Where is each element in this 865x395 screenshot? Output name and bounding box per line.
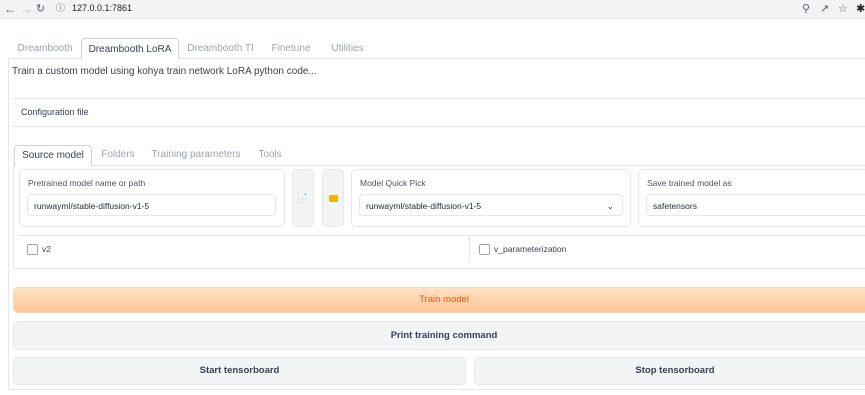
configuration-file-label: Configuration file [21,107,89,117]
model-quick-pick-select[interactable]: runwayml/stable-diffusion-v1-5 ⌄ [359,194,623,216]
configuration-file-accordion[interactable]: Configuration file [13,98,865,127]
save-model-as-select[interactable]: safetensors [646,194,865,216]
v-parameterization-label: v_parameterization [494,244,567,254]
model-quick-pick-field: Model Quick Pick runwayml/stable-diffusi… [351,169,631,227]
subtab-source-model[interactable]: Source model [14,145,92,167]
subtab-folders[interactable]: Folders [96,145,140,165]
divider [469,236,470,262]
save-model-as-field: Save trained model as safetensors [638,169,865,227]
zoom-icon[interactable]: ⚲ [802,1,810,17]
browser-toolbar: ← → ↻ ⓘ 127.0.0.1:7861 ⚲ ↗ ☆ ✱ [0,0,865,19]
save-model-as-label: Save trained model as [647,178,732,188]
tab-finetune[interactable]: Finetune [266,38,316,59]
select-file-button[interactable]: 📄 [292,169,314,227]
folder-icon [328,195,338,203]
back-icon[interactable]: ← [4,1,16,17]
pretrained-model-input[interactable]: runwayml/stable-diffusion-v1-5 [27,194,276,216]
train-model-button[interactable]: Train model [13,287,865,313]
pin-icon[interactable]: ✱ [856,1,865,17]
select-folder-button[interactable] [322,169,344,227]
document-icon: 📄 [297,193,309,203]
tab-dreambooth[interactable]: Dreambooth [10,38,80,59]
v2-checkbox[interactable] [27,244,38,255]
url-text: 127.0.0.1:7861 [72,3,133,13]
checkbox-row: v2 v_parameterization [19,235,865,262]
page-description: Train a custom model using kohya train n… [12,66,317,77]
tab-utilities[interactable]: Utilities [325,38,370,59]
subtab-training-parameters[interactable]: Training parameters [148,145,244,165]
tab-dreambooth-ti[interactable]: Dreambooth TI [183,38,258,59]
v-parameterization-checkbox[interactable] [479,244,490,255]
model-quick-pick-value: runwayml/stable-diffusion-v1-5 [366,201,482,211]
chevron-down-icon: ⌄ [606,201,614,211]
subtab-tools[interactable]: Tools [252,145,288,165]
start-tensorboard-button[interactable]: Start tensorboard [13,357,466,385]
model-quick-pick-label: Model Quick Pick [360,178,426,188]
pretrained-model-field: Pretrained model name or path runwayml/s… [19,169,285,227]
star-icon[interactable]: ☆ [838,1,848,17]
address-bar[interactable]: ⓘ 127.0.0.1:7861 [50,1,800,16]
stop-tensorboard-button[interactable]: Stop tensorboard [474,357,865,385]
v2-label: v2 [42,244,51,254]
tab-dreambooth-lora[interactable]: Dreambooth LoRA [81,38,179,60]
info-icon[interactable]: ⓘ [56,1,65,16]
print-training-command-button[interactable]: Print training command [13,321,865,350]
reload-icon[interactable]: ↻ [36,1,45,17]
share-icon[interactable]: ↗ [820,1,829,17]
pretrained-model-label: Pretrained model name or path [28,178,146,188]
forward-icon[interactable]: → [20,1,32,17]
